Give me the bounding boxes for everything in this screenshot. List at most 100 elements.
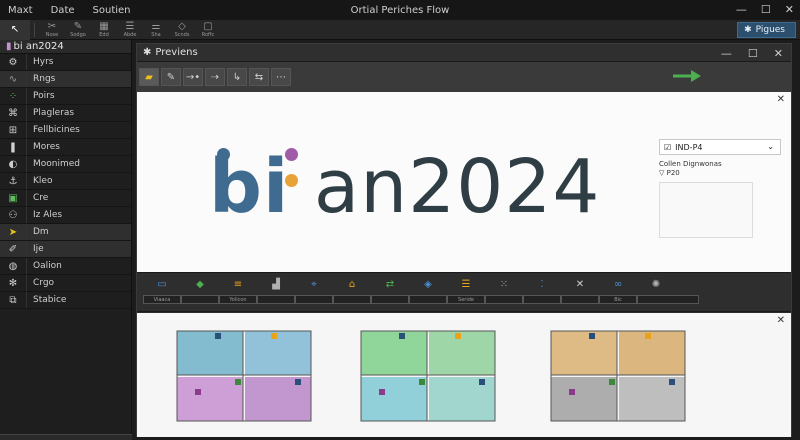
preview-tool-6[interactable]: ⇆: [249, 68, 269, 86]
strip-field-7[interactable]: [371, 295, 409, 304]
sidebar-item-kleo[interactable]: ⚓ Kleo: [0, 173, 131, 190]
close-icon[interactable]: ✕: [785, 3, 794, 16]
sidebar-item-rngs[interactable]: ∿ Rngs: [0, 71, 131, 88]
plan-blue-purple[interactable]: [175, 329, 315, 425]
toolbar-button-label: Edd: [99, 31, 109, 38]
pin-icon[interactable]: ⌖: [295, 277, 333, 291]
sidebar-item-ije[interactable]: ✐ Ije: [0, 241, 131, 258]
plans-close-icon[interactable]: ✕: [777, 315, 785, 326]
sidebar-item-label: Poirs: [26, 88, 131, 104]
strip-field-14[interactable]: [637, 295, 699, 304]
sidebar-item-poirs[interactable]: ⁘ Poirs: [0, 88, 131, 105]
dropdown-value: IND-P4: [675, 142, 703, 152]
toolbar-button-3[interactable]: ✎ Sodgo: [65, 20, 91, 40]
plan-marker[interactable]: [455, 333, 461, 339]
plan-marker[interactable]: [195, 389, 201, 395]
arrow-right-icon[interactable]: [673, 70, 703, 82]
close-icon[interactable]: ✕: [561, 277, 599, 291]
strip-field-12[interactable]: [561, 295, 599, 304]
window-controls: — ☐ ✕: [736, 3, 794, 16]
toolbar-button-7[interactable]: ◇ Scnds: [169, 20, 195, 40]
preview-tool-5[interactable]: ↳: [227, 68, 247, 86]
preview-tool-1[interactable]: ▰: [139, 68, 159, 86]
frame-icon: ▢: [203, 20, 213, 32]
style-dropdown[interactable]: ☑ IND-P4 ⌄: [659, 139, 781, 155]
maximize-icon[interactable]: ☐: [761, 3, 771, 16]
strip-field-13[interactable]: Bic: [599, 295, 637, 304]
plan-marker[interactable]: [379, 389, 385, 395]
swap-icon[interactable]: ⇄: [371, 277, 409, 291]
chevron-down-icon: ⌄: [767, 142, 774, 151]
preview-tool-2[interactable]: ✎: [161, 68, 181, 86]
preview-close-icon[interactable]: ✕: [774, 47, 783, 60]
sidebar-item-plagleras[interactable]: ⌘ Plagleras: [0, 105, 131, 122]
toolbar-button-5[interactable]: ☰ Abde: [117, 20, 143, 40]
plan-marker[interactable]: [669, 379, 675, 385]
strip-field-6[interactable]: [333, 295, 371, 304]
strip-field-5[interactable]: [295, 295, 333, 304]
preview-tool-7[interactable]: ⋯: [271, 68, 291, 86]
chart-icon[interactable]: ▟: [257, 277, 295, 291]
minimize-icon[interactable]: —: [736, 3, 747, 16]
strip-field-11[interactable]: [523, 295, 561, 304]
logo-canvas[interactable]: ✕ bi an2024 ☑ IND-P4 ⌄ Collen Dignwonas …: [137, 92, 791, 272]
sidebar-item-fellbicines[interactable]: ⊞ Fellbicines: [0, 122, 131, 139]
plan-marker[interactable]: [215, 333, 221, 339]
sidebar-item-crgo[interactable]: ✻ Crgo: [0, 275, 131, 292]
toolbar-button-4[interactable]: ▦ Edd: [91, 20, 117, 40]
sidebar-scrollbar[interactable]: [0, 434, 132, 440]
plan-marker[interactable]: [271, 333, 277, 339]
strip-field-3[interactable]: Yolicon: [219, 295, 257, 304]
menu-item-2[interactable]: Date: [51, 5, 75, 16]
align-icon: ☰: [125, 20, 135, 32]
toolbar-button-8[interactable]: ▢ Roffc: [195, 20, 221, 40]
list-icon[interactable]: ☰: [447, 277, 485, 291]
plan-green-cyan[interactable]: [359, 329, 499, 425]
panel-icon[interactable]: ▭: [143, 277, 181, 291]
plan-marker[interactable]: [295, 379, 301, 385]
plan-marker[interactable]: [609, 379, 615, 385]
plan-marker[interactable]: [589, 333, 595, 339]
plan-marker[interactable]: [399, 333, 405, 339]
strip-field-10[interactable]: [485, 295, 523, 304]
sidebar-item-stabice[interactable]: ⧉ Stabice: [0, 292, 131, 309]
grid-dots-icon[interactable]: ⁚: [523, 277, 561, 291]
scatter-icon[interactable]: ⁙: [485, 277, 523, 291]
stack-icon[interactable]: ≡: [219, 277, 257, 291]
strip-field-8[interactable]: [409, 295, 447, 304]
link-icon[interactable]: ∞: [599, 277, 637, 291]
plan-marker[interactable]: [419, 379, 425, 385]
panels-button[interactable]: ✱ Pigues: [737, 22, 796, 38]
preview-maximize-icon[interactable]: ☐: [748, 47, 758, 60]
menu-item-3[interactable]: Soutien: [93, 5, 131, 16]
preview-minimize-icon[interactable]: —: [721, 47, 732, 60]
strip-field-2[interactable]: [181, 295, 219, 304]
toolbar-button-2[interactable]: ✂ Nose: [39, 20, 65, 40]
sidebar-item-cre[interactable]: ▣ Cre: [0, 190, 131, 207]
preview-tool-3[interactable]: →•: [183, 68, 203, 86]
diamond-icon[interactable]: ◈: [409, 277, 447, 291]
toolbar-button-6[interactable]: ⚌ Sha: [143, 20, 169, 40]
sidebar-item-oalion[interactable]: ◍ Oalion: [0, 258, 131, 275]
strip-field-4[interactable]: [257, 295, 295, 304]
sparkle-icon[interactable]: ✺: [637, 277, 675, 291]
canvas-close-icon[interactable]: ✕: [777, 94, 785, 105]
plan-marker[interactable]: [235, 379, 241, 385]
plans-canvas[interactable]: ✕: [137, 313, 791, 437]
strip-field-1[interactable]: Viaaca: [143, 295, 181, 304]
sidebar-item-iz-ales[interactable]: ⚇ Iz Ales: [0, 207, 131, 224]
strip-field-9[interactable]: Seride: [447, 295, 485, 304]
menu-item-1[interactable]: Maxt: [8, 5, 33, 16]
leaf-icon[interactable]: ◆: [181, 277, 219, 291]
plan-marker[interactable]: [645, 333, 651, 339]
plan-tan-grey[interactable]: [549, 329, 689, 425]
plan-marker[interactable]: [479, 379, 485, 385]
preview-tool-4[interactable]: ⇢: [205, 68, 225, 86]
plan-marker[interactable]: [569, 389, 575, 395]
sidebar-item-hyrs[interactable]: ⚙ Hyrs: [0, 54, 131, 71]
sidebar-item-moonimed[interactable]: ◐ Moonimed: [0, 156, 131, 173]
toolbar-button-1[interactable]: ↖: [0, 19, 30, 40]
house-icon[interactable]: ⌂: [333, 277, 371, 291]
sidebar-item-mores[interactable]: ❚ Mores: [0, 139, 131, 156]
sidebar-item-dm[interactable]: ➤ Dm: [0, 224, 131, 241]
